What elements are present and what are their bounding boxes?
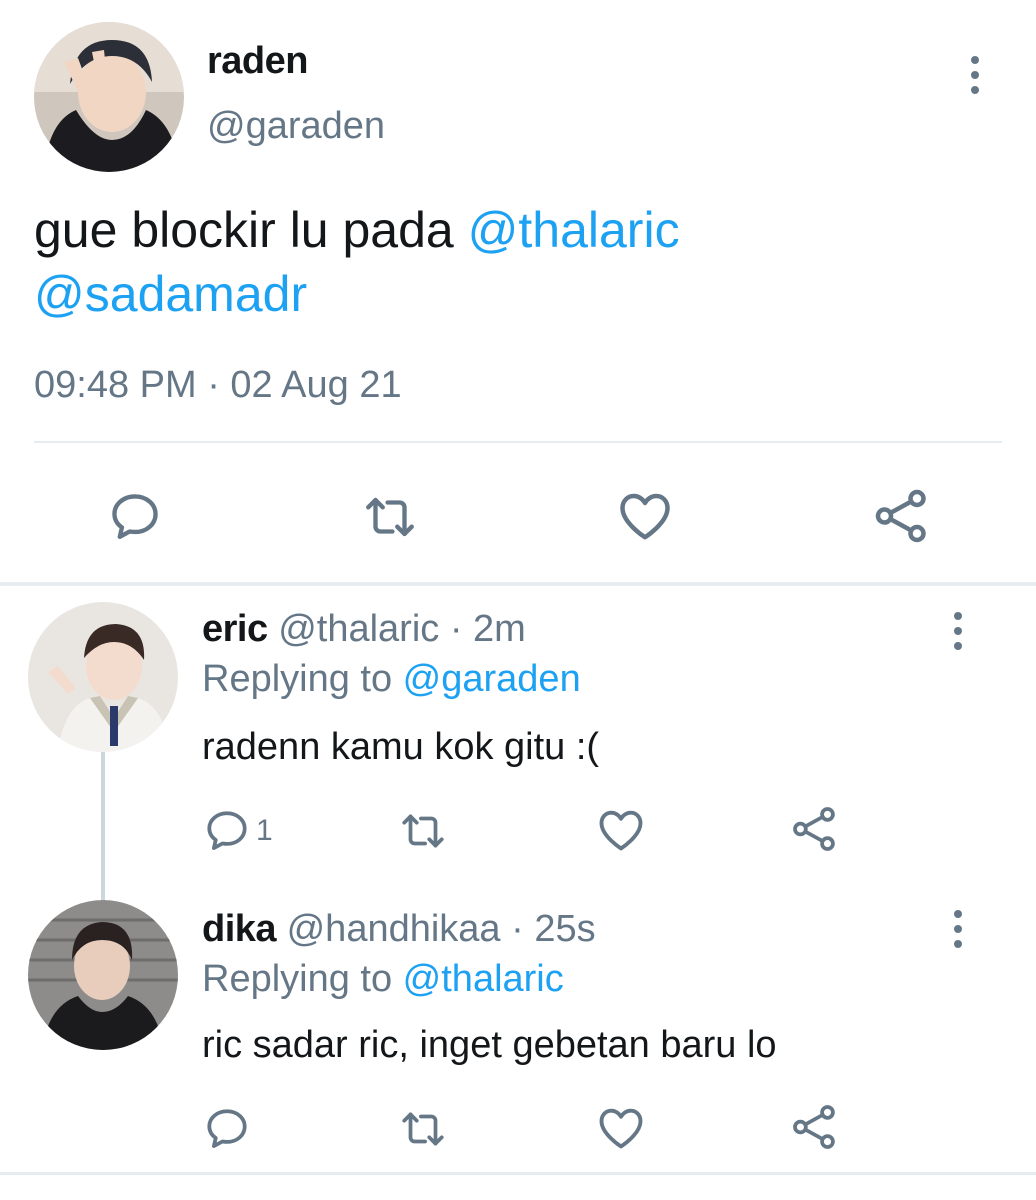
tweet-text-plain: gue blockir lu pada <box>34 202 468 258</box>
main-tweet: raden @garaden gue blockir lu pada @thal… <box>0 0 1036 586</box>
avatar-photo <box>28 900 178 1050</box>
avatar[interactable] <box>28 602 178 752</box>
replying-to: Replying to @garaden <box>202 658 581 701</box>
avatar-photo <box>28 602 178 752</box>
more-icon[interactable] <box>965 56 985 94</box>
like-icon <box>615 486 675 546</box>
replying-to: Replying to @thalaric <box>202 958 564 1001</box>
divider <box>34 441 1002 443</box>
more-icon[interactable] <box>948 612 968 650</box>
avatar-photo <box>34 22 184 172</box>
share-button[interactable] <box>790 1102 840 1152</box>
share-button[interactable] <box>872 486 932 546</box>
retweet-button[interactable] <box>396 1104 450 1154</box>
retweet-icon <box>358 488 422 546</box>
replying-to-label: Replying to <box>202 958 403 1000</box>
like-button[interactable] <box>615 486 675 546</box>
comment-button[interactable]: 1 <box>202 806 273 856</box>
handle-and-time: @handhikaa · 25s <box>286 908 596 950</box>
display-name[interactable]: eric <box>202 608 268 650</box>
like-button[interactable] <box>595 1102 647 1154</box>
display-name[interactable]: dika <box>202 908 277 950</box>
mention-link[interactable]: @sadamadr <box>34 266 307 322</box>
comment-icon <box>202 1104 252 1154</box>
like-icon <box>595 804 647 856</box>
avatar[interactable] <box>34 22 184 172</box>
comment-icon <box>202 806 252 856</box>
comment-button[interactable] <box>106 488 164 546</box>
section-divider <box>0 582 1036 586</box>
mention-link[interactable]: @thalaric <box>468 202 680 258</box>
like-button[interactable] <box>595 804 647 856</box>
tweet-text: gue blockir lu pada @thalaric @sadamadr <box>34 198 974 326</box>
reply-text: radenn kamu kok gitu :( <box>202 726 600 768</box>
mention-link[interactable]: @thalaric <box>403 958 564 1000</box>
retweet-icon <box>396 1104 450 1154</box>
thread-connector <box>101 752 105 902</box>
handle-and-time: @thalaric · 2m <box>278 608 526 650</box>
retweet-button[interactable] <box>358 488 422 546</box>
reply-text: ric sadar ric, inget gebetan baru lo <box>202 1024 777 1066</box>
like-icon <box>595 1102 647 1154</box>
more-icon[interactable] <box>948 910 968 948</box>
divider <box>0 1172 1036 1175</box>
share-icon <box>790 1102 840 1152</box>
avatar[interactable] <box>28 900 178 1050</box>
display-name[interactable]: raden <box>207 40 308 83</box>
share-button[interactable] <box>790 804 840 854</box>
retweet-button[interactable] <box>396 806 450 856</box>
share-icon <box>790 804 840 854</box>
mention-link[interactable]: @garaden <box>403 658 581 700</box>
user-handle[interactable]: @garaden <box>207 105 385 148</box>
comment-icon <box>106 488 164 546</box>
reply-header: eric @thalaric · 2m <box>202 608 526 651</box>
tweet-timestamp: 09:48 PM · 02 Aug 21 <box>34 364 402 406</box>
share-icon <box>872 486 932 546</box>
replying-to-label: Replying to <box>202 658 403 700</box>
retweet-icon <box>396 806 450 856</box>
reply-count: 1 <box>256 814 273 847</box>
comment-button[interactable] <box>202 1104 252 1154</box>
reply-header: dika @handhikaa · 25s <box>202 908 596 951</box>
